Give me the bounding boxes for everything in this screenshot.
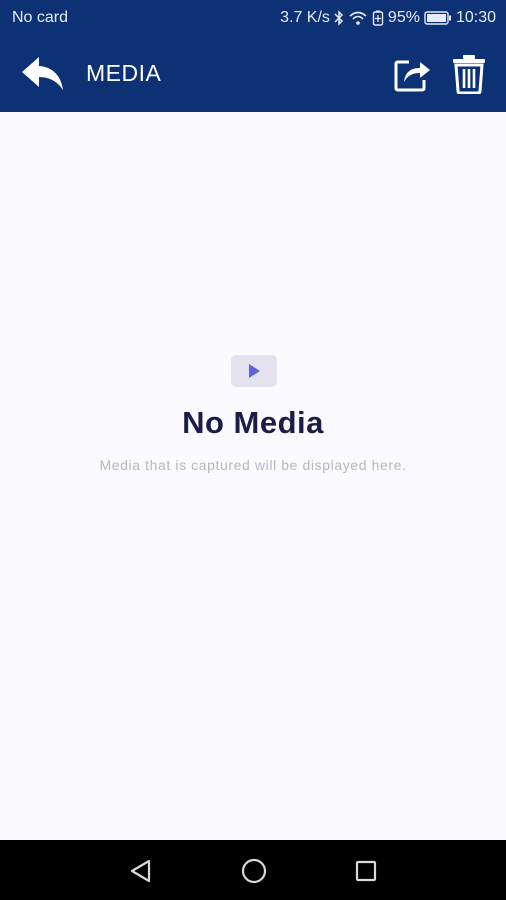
back-arrow-icon <box>22 57 63 90</box>
media-list-area: No Media Media that is captured will be … <box>0 112 506 840</box>
empty-state-title: No Media <box>182 405 324 440</box>
empty-state-subtitle: Media that is captured will be displayed… <box>99 457 407 473</box>
carrier-label: No card <box>12 9 69 26</box>
nav-back-icon[interactable] <box>128 858 154 884</box>
play-icon <box>231 355 277 387</box>
system-nav-bar <box>0 840 506 900</box>
app-bar: MEDIA <box>0 36 506 112</box>
page-title: MEDIA <box>86 60 162 86</box>
status-indicators: 3.7 K/s 95% 10:30 <box>280 9 496 27</box>
trash-icon <box>453 55 485 95</box>
clock-label: 10:30 <box>455 9 496 26</box>
bluetooth-icon <box>334 10 344 26</box>
share-icon <box>394 60 430 92</box>
nav-recents-icon[interactable] <box>354 859 378 883</box>
net-speed-label: 3.7 K/s <box>280 9 330 26</box>
wifi-icon <box>348 10 368 26</box>
share-button[interactable] <box>394 56 432 92</box>
battery-percent-label: 95% <box>387 9 420 26</box>
nav-home-icon[interactable] <box>240 857 268 885</box>
status-bar: No card 3.7 K/s 95% 10:30 <box>0 0 506 36</box>
battery-icon <box>424 11 452 25</box>
delete-button[interactable] <box>451 54 487 95</box>
battery-saver-icon <box>372 10 384 26</box>
back-button[interactable] <box>20 54 66 94</box>
